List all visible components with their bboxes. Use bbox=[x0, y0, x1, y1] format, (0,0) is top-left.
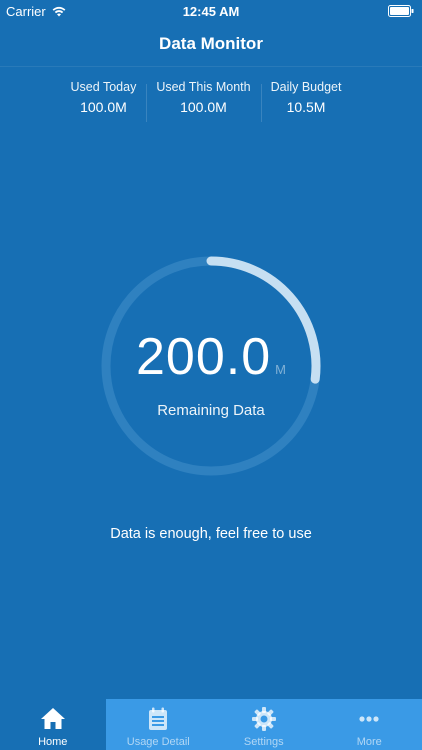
stat-value: 100.0M bbox=[180, 99, 227, 115]
tab-label: Usage Detail bbox=[126, 736, 190, 748]
stat-used-today: Used Today 100.0M bbox=[61, 80, 147, 124]
stat-label: Used This Month bbox=[156, 80, 251, 94]
page-title: Data Monitor bbox=[159, 34, 263, 53]
gauge-value-wrap: 200.0 M bbox=[100, 327, 322, 387]
home-icon bbox=[40, 708, 65, 729]
tab-home[interactable]: Home bbox=[0, 699, 106, 750]
gauge-value: 200.0 bbox=[136, 328, 272, 386]
gauge-caption: Remaining Data bbox=[157, 402, 265, 419]
nav-bar: Data Monitor bbox=[0, 22, 422, 67]
tab-label: Settings bbox=[243, 736, 284, 748]
more-icon bbox=[359, 716, 379, 722]
stat-label: Daily Budget bbox=[270, 80, 342, 94]
status-time: 12:45 AM bbox=[182, 4, 240, 19]
stat-label: Used Today bbox=[70, 80, 137, 94]
battery-icon bbox=[388, 5, 414, 17]
status-bar: Carrier 12:45 AM bbox=[0, 0, 422, 22]
stat-used-this-month: Used This Month 100.0M bbox=[146, 80, 260, 124]
tab-more[interactable]: More bbox=[317, 699, 422, 750]
stat-value: 10.5M bbox=[286, 99, 326, 115]
tab-label: Home bbox=[38, 736, 68, 748]
stat-value: 100.0M bbox=[80, 99, 127, 115]
calendar-icon bbox=[149, 707, 168, 730]
remaining-data-gauge: 200.0 M Remaining Data bbox=[100, 255, 322, 477]
gauge-unit: M bbox=[275, 362, 286, 377]
tab-label: More bbox=[356, 736, 382, 748]
stat-daily-budget: Daily Budget 10.5M bbox=[260, 80, 352, 124]
gear-icon bbox=[251, 707, 276, 731]
status-message: Data is enough, feel free to use bbox=[110, 526, 312, 542]
tab-usage-detail[interactable]: Usage Detail bbox=[106, 699, 212, 750]
tab-settings[interactable]: Settings bbox=[211, 699, 317, 750]
stats-row: Used Today 100.0M Used This Month 100.0M… bbox=[50, 80, 362, 124]
tab-bar: Home Usage Detail Settings More bbox=[0, 699, 422, 750]
